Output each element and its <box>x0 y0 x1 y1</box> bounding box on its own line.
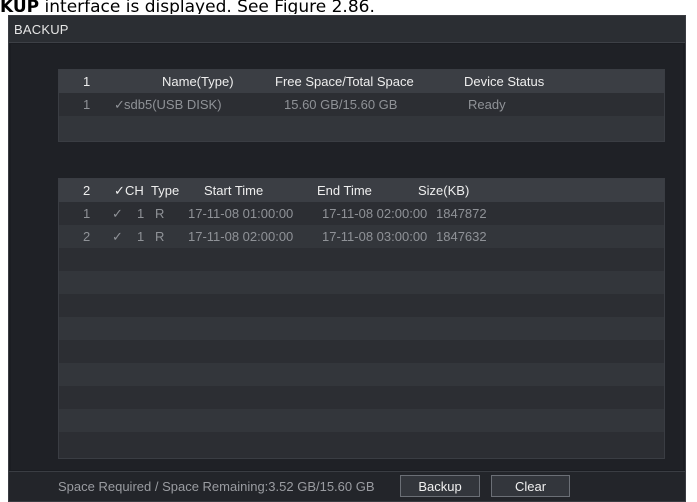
backup-window: BACKUP 1 Name(Type) Free Space/Total Spa… <box>8 15 686 502</box>
file-header-channel[interactable]: CH <box>125 179 144 202</box>
file-row-index: 1 <box>83 206 91 221</box>
file-row-empty <box>59 409 664 432</box>
file-row-channel: 1 <box>137 229 145 244</box>
file-row-size: 1847872 <box>436 206 487 221</box>
file-row-checkbox[interactable]: ✓ <box>112 225 123 248</box>
file-row-empty <box>59 340 664 363</box>
file-row-type: R <box>155 206 165 221</box>
file-header-end-time[interactable]: End Time <box>317 179 372 202</box>
caption-text: interface is displayed. See Figure 2.86. <box>39 0 375 14</box>
device-header-space[interactable]: Free Space/Total Space <box>275 70 414 93</box>
file-row-size: 1847632 <box>436 229 487 244</box>
file-header-start-time[interactable]: Start Time <box>204 179 263 202</box>
file-header-select-all-checkbox[interactable]: ✓ <box>114 179 125 202</box>
device-row[interactable]: 1 ✓ sdb5(USB DISK) 15.60 GB/15.60 GB Rea… <box>59 93 664 116</box>
device-row-empty <box>59 116 664 141</box>
file-row-end-time: 17-11-08 03:00:00 <box>322 229 428 244</box>
clear-button[interactable]: Clear <box>491 475 570 497</box>
file-table: 2 ✓ CH Type Start Time End Time Size(KB)… <box>58 178 665 459</box>
file-row-end-time: 17-11-08 02:00:00 <box>322 206 428 221</box>
device-row-space: 15.60 GB/15.60 GB <box>284 97 398 112</box>
device-header-index: 1 <box>83 74 91 89</box>
device-row-index: 1 <box>83 97 91 112</box>
file-row-type: R <box>155 229 165 244</box>
file-row[interactable]: 2 ✓ 1 R 17-11-08 02:00:00 17-11-08 03:00… <box>59 225 664 248</box>
title-bar: BACKUP <box>9 16 685 43</box>
backup-content: 1 Name(Type) Free Space/Total Space Devi… <box>11 44 683 470</box>
file-row-empty <box>59 317 664 340</box>
file-row-start-time: 17-11-08 01:00:00 <box>188 206 294 221</box>
file-row-empty <box>59 271 664 294</box>
device-row-status: Ready <box>468 97 506 112</box>
file-row-empty <box>59 363 664 386</box>
device-table: 1 Name(Type) Free Space/Total Space Devi… <box>58 69 665 142</box>
caption-bold-text: KUP <box>0 0 40 14</box>
device-header-name[interactable]: Name(Type) <box>162 70 234 93</box>
device-header-status[interactable]: Device Status <box>464 70 544 93</box>
backup-button[interactable]: Backup <box>400 475 480 497</box>
file-row-empty <box>59 294 664 317</box>
file-row-channel: 1 <box>137 206 145 221</box>
document-caption: KUP interface is displayed. See Figure 2… <box>0 0 697 14</box>
file-row-empty <box>59 432 664 458</box>
file-header-index: 2 <box>83 183 91 198</box>
space-required-label: Space Required / Space Remaining:3.52 GB… <box>58 479 375 494</box>
file-header-size[interactable]: Size(KB) <box>418 179 469 202</box>
file-row-empty <box>59 386 664 409</box>
file-row-start-time: 17-11-08 02:00:00 <box>188 229 294 244</box>
file-row-index: 2 <box>83 229 91 244</box>
file-row[interactable]: 1 ✓ 1 R 17-11-08 01:00:00 17-11-08 02:00… <box>59 202 664 225</box>
footer-bar: Space Required / Space Remaining:3.52 GB… <box>9 471 685 501</box>
file-row-checkbox[interactable]: ✓ <box>112 202 123 225</box>
file-header-type[interactable]: Type <box>151 179 179 202</box>
device-table-header: 1 Name(Type) Free Space/Total Space Devi… <box>59 70 664 93</box>
file-table-header: 2 ✓ CH Type Start Time End Time Size(KB) <box>59 179 664 202</box>
file-row-empty <box>59 248 664 271</box>
device-row-name: sdb5(USB DISK) <box>124 97 222 112</box>
window-title: BACKUP <box>14 22 69 37</box>
